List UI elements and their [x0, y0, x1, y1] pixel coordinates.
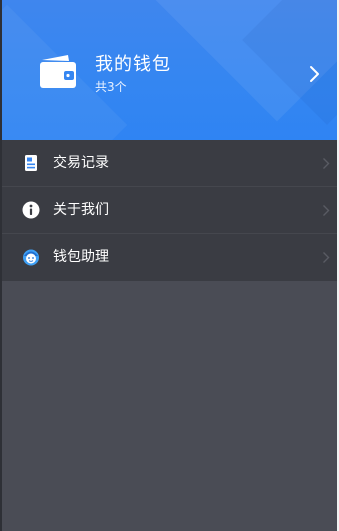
assistant-icon — [23, 249, 39, 266]
chevron-right-icon — [310, 66, 319, 82]
menu-list: 交易记录 关于我们 钱包助理 — [2, 140, 337, 281]
chevron-right-icon — [323, 252, 330, 263]
info-icon — [22, 201, 40, 219]
menu-item-label: 关于我们 — [53, 202, 109, 218]
transaction-record-icon — [25, 155, 37, 171]
wallet-icon — [40, 55, 76, 88]
menu-item-label: 钱包助理 — [53, 249, 109, 265]
wallet-title: 我的钱包 — [95, 54, 171, 75]
menu-item-wallet-assistant[interactable]: 钱包助理 — [2, 234, 337, 281]
my-wallet-entry[interactable]: 我的钱包 共3个 — [2, 38, 337, 108]
wallet-header: 我的钱包 共3个 — [2, 0, 337, 140]
menu-item-about-us[interactable]: 关于我们 — [2, 187, 337, 234]
menu-item-label: 交易记录 — [53, 155, 109, 171]
chevron-right-icon — [323, 158, 330, 169]
wallet-count: 共3个 — [95, 80, 127, 94]
menu-item-transaction-records[interactable]: 交易记录 — [2, 140, 337, 187]
app-screen: 我的钱包 共3个 交易记录 关于我们 钱包助理 — [0, 0, 339, 531]
chevron-right-icon — [323, 205, 330, 216]
